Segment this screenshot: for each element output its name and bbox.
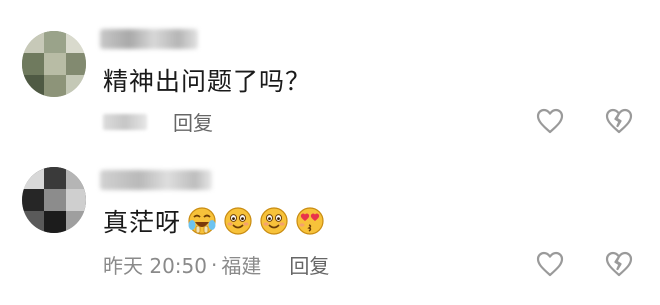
comment-text-row: 真茫呀: [103, 203, 325, 239]
username-redacted: [100, 29, 198, 49]
broken-heart-icon[interactable]: [605, 251, 633, 277]
broken-heart-icon[interactable]: [605, 108, 633, 134]
comment-meta: 回复: [103, 107, 213, 136]
username-redacted: [100, 170, 212, 190]
comment-text: 精神出问题了吗？: [103, 67, 312, 96]
smiling-face-emoji: [224, 207, 252, 235]
heart-outline-icon[interactable]: [536, 251, 564, 277]
avatar[interactable]: [22, 31, 86, 97]
reply-button[interactable]: 回复: [289, 250, 329, 279]
crying-laughing-face-emoji: [188, 207, 216, 235]
comment-meta: 昨天 20:50 · 福建 回复: [103, 250, 329, 279]
location: 福建: [221, 254, 262, 278]
comment-item: 精神出问题了吗？ 回复: [0, 0, 660, 150]
avatar[interactable]: [22, 167, 86, 233]
timestamp-redacted: [103, 113, 147, 130]
heart-outline-icon[interactable]: [536, 108, 564, 134]
meta-separator: ·: [211, 252, 218, 277]
comment-text: 真茫呀: [103, 208, 182, 237]
reply-button[interactable]: 回复: [173, 107, 213, 136]
smiling-face-emoji: [260, 207, 288, 235]
timestamp: 昨天 20:50: [103, 254, 207, 278]
heart-eyes-face-emoji: [296, 207, 324, 235]
comment-item: 真茫呀 昨天 20:50 · 福建 回复: [0, 150, 660, 305]
